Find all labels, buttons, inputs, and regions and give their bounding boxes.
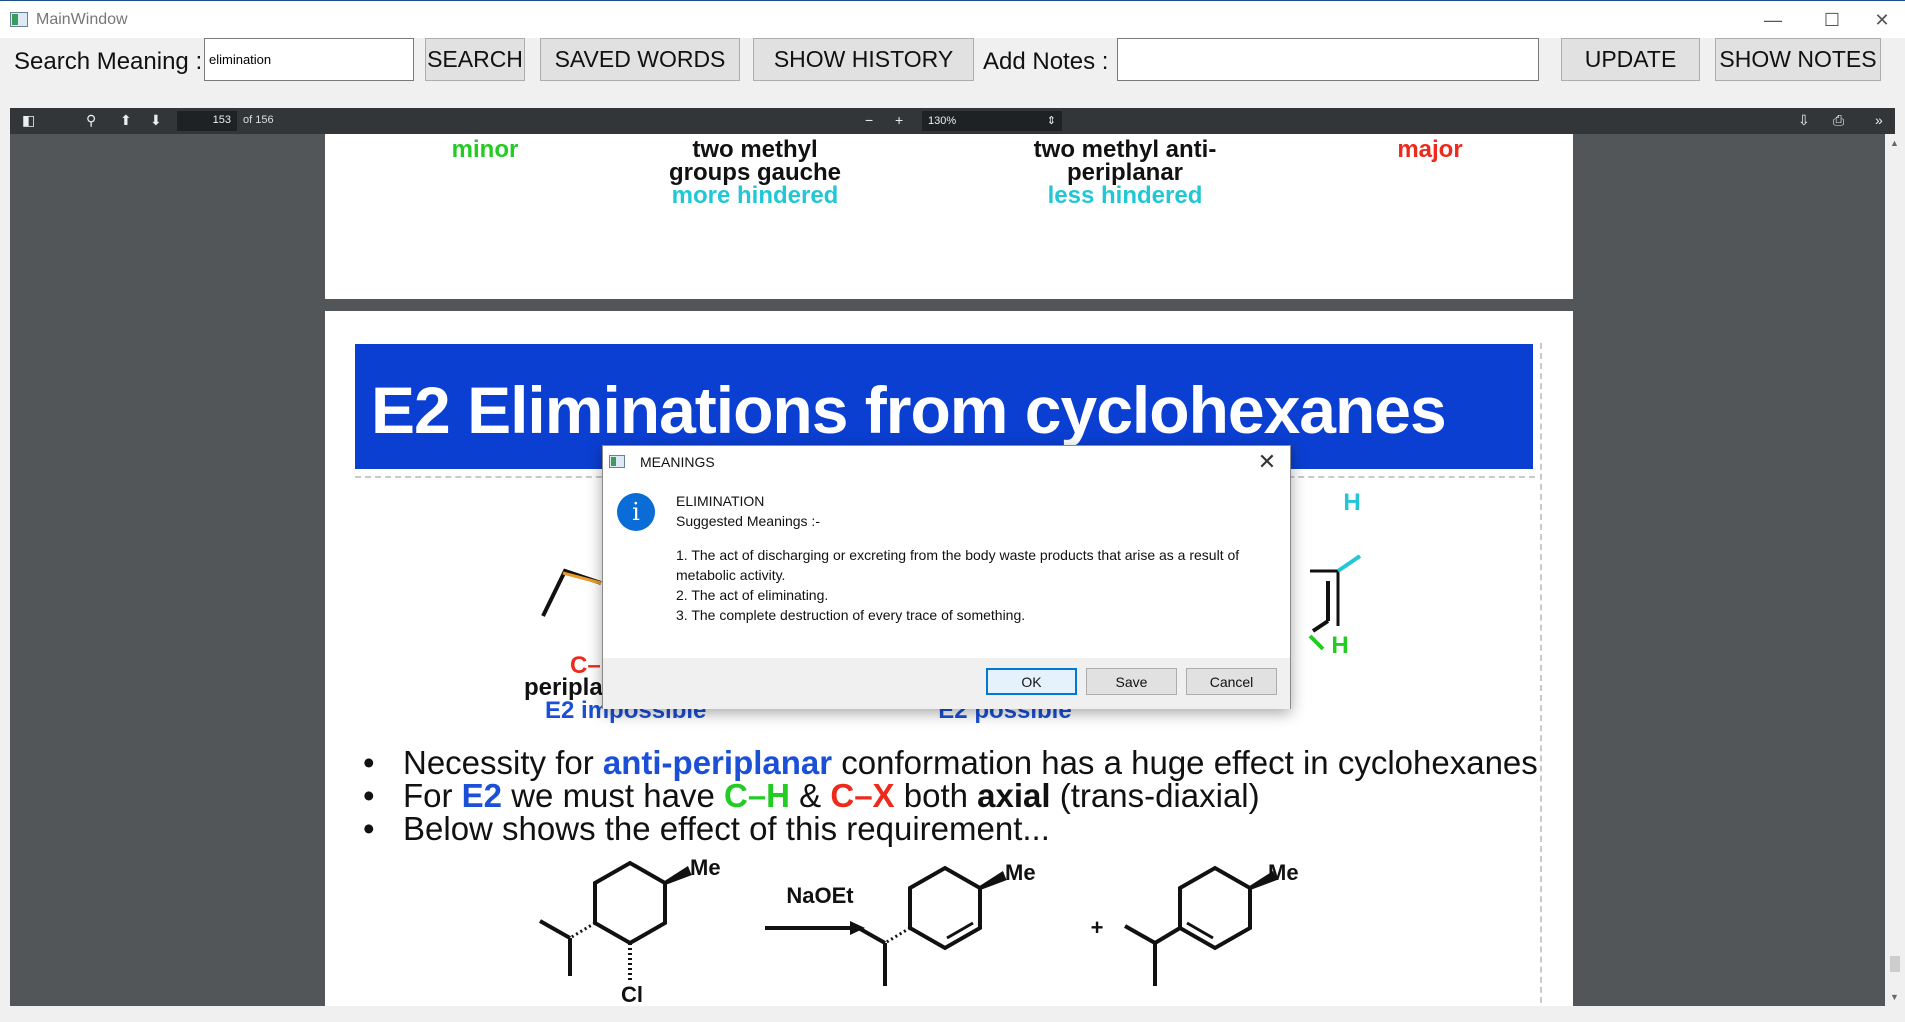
product-1-ring xyxy=(908,865,982,951)
scroll-down-icon[interactable]: ▼ xyxy=(1890,992,1899,1002)
green-bond xyxy=(1308,634,1325,651)
reagent-label: NaOEt xyxy=(786,883,854,908)
more-tools-icon[interactable]: » xyxy=(1875,112,1883,128)
cl-label: Cl xyxy=(621,982,643,1006)
cx-term: C–X xyxy=(830,777,895,814)
product-2-ring xyxy=(1178,865,1252,951)
minor-label: minor xyxy=(451,136,519,163)
cancel-button[interactable]: Cancel xyxy=(1186,668,1277,695)
save-button[interactable]: Save xyxy=(1086,668,1177,695)
me-label-1: Me xyxy=(690,855,721,880)
dialog-titlebar: MEANINGS ✕ xyxy=(603,446,1290,478)
maximize-button[interactable]: ☐ xyxy=(1809,1,1855,39)
search-input[interactable] xyxy=(204,38,414,81)
left-conformer-note: more hindered xyxy=(671,182,839,209)
close-window-button[interactable]: ✕ xyxy=(1859,1,1905,39)
zoom-out-icon[interactable]: − xyxy=(865,112,873,128)
me-wedge-2 xyxy=(978,871,1007,890)
show-notes-button[interactable]: SHOW NOTES xyxy=(1715,38,1881,81)
left-conformer-title-1: two methyl xyxy=(692,136,818,163)
cyclohexane-left-fragment xyxy=(541,568,602,617)
isopropyl-bond-6 xyxy=(1124,924,1156,945)
previous-page-icon[interactable]: ⬆ xyxy=(120,112,132,129)
dialog-suggested-label: Suggested Meanings :- xyxy=(676,513,820,529)
e2-term: E2 xyxy=(461,777,503,814)
bullet-dot: • xyxy=(363,744,375,781)
print-icon[interactable]: ⎙ xyxy=(1833,112,1844,129)
minimize-button[interactable]: — xyxy=(1750,1,1796,39)
left-conformer-title-2: groups gauche xyxy=(668,159,842,186)
h-label-top: H xyxy=(1343,489,1361,516)
page-number-input[interactable]: 153 xyxy=(177,111,237,131)
meaning-1: 1. The act of discharging or excreting f… xyxy=(676,547,1240,583)
window-title: MainWindow xyxy=(36,11,128,28)
me-label-3: Me xyxy=(1268,860,1299,885)
scrollbar-thumb[interactable] xyxy=(1890,956,1900,972)
right-conformer-title-2: periplanar xyxy=(1066,159,1184,186)
axial-term: axial xyxy=(977,777,1051,814)
zoom-value: 130% xyxy=(928,115,957,127)
bullet-list: • Necessity for anti-periplanar conformat… xyxy=(363,746,1538,845)
periplanar-label: peripla xyxy=(524,674,603,701)
next-page-icon[interactable]: ⬇ xyxy=(150,112,162,129)
slide-title: E2 Eliminations from cyclohexanes xyxy=(371,373,1447,447)
window-titlebar: MainWindow — ☐ ✕ xyxy=(0,0,1905,38)
meanings-dialog: MEANINGS ✕ i ELIMINATION Suggested Meani… xyxy=(602,445,1291,709)
page-count: of 156 xyxy=(243,114,274,126)
pdf-toolbar: ◧ ⚲ ⬆ ⬇ 153 of 156 − + 130% ⇕ ⇩ ⎙ » xyxy=(10,108,1895,134)
me-label-2: Me xyxy=(1005,860,1036,885)
reactant-ring xyxy=(593,860,667,946)
isopropyl-bond-3 xyxy=(854,924,886,945)
bullet-1: • Necessity for anti-periplanar conformat… xyxy=(363,744,1538,781)
search-button[interactable]: SEARCH xyxy=(425,38,525,81)
scroll-up-icon[interactable]: ▲ xyxy=(1890,138,1899,148)
vertical-scrollbar[interactable]: ▲ ▼ xyxy=(1885,134,1905,1006)
bullet-dot: • xyxy=(363,777,375,814)
right-conformer-note: less hindered xyxy=(1047,182,1203,209)
chevron-updown-icon: ⇕ xyxy=(1046,115,1056,127)
plus-label: + xyxy=(1090,915,1104,940)
saved-words-button[interactable]: SAVED WORDS xyxy=(540,38,740,81)
meaning-2: 2. The act of eliminating. xyxy=(676,587,829,603)
anti-periplanar-term: anti-periplanar xyxy=(602,744,833,781)
dialog-title: MEANINGS xyxy=(640,454,715,470)
app-icon xyxy=(10,12,28,27)
zoom-select[interactable]: 130% ⇕ xyxy=(922,111,1062,131)
show-history-button[interactable]: SHOW HISTORY xyxy=(753,38,974,81)
info-icon: i xyxy=(617,493,655,531)
dialog-app-icon xyxy=(609,455,625,468)
hashed-bond-1 xyxy=(569,921,596,940)
me-wedge-1 xyxy=(663,866,692,885)
add-notes-label: Add Notes : xyxy=(983,48,1109,75)
right-conformer-title-1: two methyl anti- xyxy=(1033,136,1217,163)
h-label-bottom: H xyxy=(1331,632,1349,659)
dialog-footer: OK Save Cancel xyxy=(603,658,1290,709)
major-label: major xyxy=(1397,136,1463,163)
isopropyl-bond-1 xyxy=(539,919,571,940)
ok-button[interactable]: OK xyxy=(986,668,1077,695)
pdf-page-previous: minor two methyl groups gauche more hind… xyxy=(325,134,1573,299)
update-button[interactable]: UPDATE xyxy=(1561,38,1700,81)
isopropyl-bond-5 xyxy=(1153,926,1182,945)
bullet-2: • For E2 we must have C–H & C–X both axia… xyxy=(363,777,1260,814)
orange-bond xyxy=(562,571,602,585)
ch-term: C–H xyxy=(723,777,791,814)
dialog-close-button[interactable]: ✕ xyxy=(1252,448,1282,476)
notes-input[interactable] xyxy=(1117,38,1539,81)
search-label: Search Meaning : xyxy=(14,48,203,75)
benzene-fragment-2 xyxy=(1311,619,1330,633)
dialog-word: ELIMINATION xyxy=(676,493,765,509)
sidebar-toggle-icon[interactable]: ◧ xyxy=(22,112,35,129)
zoom-in-icon[interactable]: + xyxy=(895,112,903,128)
search-icon[interactable]: ⚲ xyxy=(86,112,96,129)
download-icon[interactable]: ⇩ xyxy=(1798,112,1810,129)
cyan-bond xyxy=(1336,554,1362,573)
reaction-scheme xyxy=(539,860,1277,986)
meaning-3: 3. The complete destruction of every tra… xyxy=(676,607,1026,623)
hashed-bond-2 xyxy=(884,926,911,945)
